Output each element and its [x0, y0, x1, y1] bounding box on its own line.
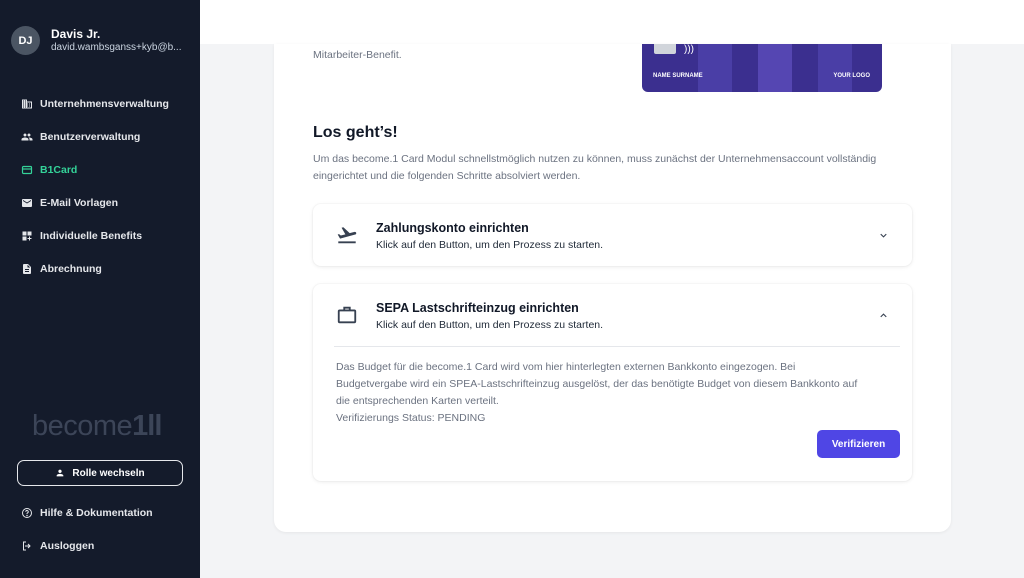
sidebar-item-label: Benutzerverwaltung	[40, 130, 141, 143]
briefcase-icon	[337, 306, 357, 324]
step-body-text: Das Budget für die become.1 Card wird vo…	[336, 361, 858, 407]
sidebar-item-label: Abrechnung	[40, 262, 102, 275]
dashboard-add-icon	[21, 230, 33, 242]
sidebar-nav: Unternehmensverwaltung Benutzerverwaltun…	[21, 87, 169, 285]
sidebar-item-individuelle-benefits[interactable]: Individuelle Benefits	[21, 219, 169, 252]
chevron-down-icon[interactable]	[878, 230, 889, 241]
sidebar-item-label: Unternehmensverwaltung	[40, 97, 169, 110]
sidebar-item-label: B1Card	[40, 163, 78, 176]
user-name: Davis Jr.	[51, 27, 101, 41]
sidebar: DJ Davis Jr. david.wambsganss+kyb@b... U…	[0, 0, 200, 578]
sidebar-item-abrechnung[interactable]: Abrechnung	[21, 252, 169, 285]
step-title: Zahlungskonto einrichten	[376, 221, 529, 235]
step-header[interactable]: Zahlungskonto einrichten Klick auf den B…	[313, 204, 912, 266]
chevron-up-icon[interactable]	[878, 310, 889, 321]
page-description: Um das become.1 Card Modul schnellstmögl…	[313, 153, 877, 182]
sidebar-item-label: Individuelle Benefits	[40, 229, 143, 242]
help-link[interactable]: Hilfe & Dokumentation	[21, 507, 153, 519]
verification-status: Verifizierungs Status: PENDING	[336, 412, 486, 424]
sidebar-item-b1card[interactable]: B1Card	[21, 153, 169, 186]
help-label: Hilfe & Dokumentation	[40, 507, 153, 519]
top-bar	[200, 0, 1024, 44]
logout-icon	[23, 541, 31, 551]
card-chip-icon	[654, 44, 676, 54]
help-icon	[22, 508, 32, 518]
logout-label: Ausloggen	[40, 540, 95, 552]
users-icon	[21, 131, 33, 143]
sidebar-item-email-vorlagen[interactable]: E-Mail Vorlagen	[21, 186, 169, 219]
sidebar-item-label: E-Mail Vorlagen	[40, 196, 118, 209]
flight-takeoff-icon	[337, 227, 357, 244]
switch-role-label: Rolle wechseln	[72, 467, 145, 479]
avatar: DJ	[11, 26, 40, 55]
benefit-text: Mitarbeiter-Benefit.	[313, 49, 402, 61]
building-icon	[21, 98, 33, 110]
user-email: david.wambsganss+kyb@b...	[51, 42, 182, 53]
brand-logo: become1ll	[32, 410, 162, 442]
user-profile[interactable]: DJ Davis Jr. david.wambsganss+kyb@b...	[11, 26, 187, 55]
document-icon	[21, 263, 33, 275]
step-body: Das Budget für die become.1 Card wird vo…	[336, 359, 866, 427]
card-name: NAME SURNAME	[653, 73, 703, 79]
step-subtitle: Klick auf den Button, um den Prozess zu …	[376, 239, 604, 251]
page-title: Los geht’s!	[313, 124, 398, 141]
mail-icon	[21, 197, 33, 209]
step-subtitle: Klick auf den Button, um den Prozess zu …	[376, 319, 604, 331]
person-icon	[57, 469, 64, 477]
card-preview: ))) NAME SURNAME YOUR LOGO	[642, 44, 882, 92]
switch-role-button[interactable]: Rolle wechseln	[17, 460, 183, 486]
divider	[334, 346, 900, 347]
step-title: SEPA Lastschrifteinzug einrichten	[376, 301, 579, 315]
logout-link[interactable]: Ausloggen	[21, 540, 94, 552]
step-sepa: SEPA Lastschrifteinzug einrichten Klick …	[313, 284, 912, 481]
step-header[interactable]: SEPA Lastschrifteinzug einrichten Klick …	[313, 284, 912, 346]
sidebar-item-unternehmensverwaltung[interactable]: Unternehmensverwaltung	[21, 87, 169, 120]
contactless-icon: )))	[684, 44, 694, 55]
sidebar-item-benutzerverwaltung[interactable]: Benutzerverwaltung	[21, 120, 169, 153]
verify-button[interactable]: Verifizieren	[817, 430, 900, 458]
card-logo: YOUR LOGO	[833, 73, 870, 79]
step-zahlungskonto: Zahlungskonto einrichten Klick auf den B…	[313, 204, 912, 266]
credit-card-icon	[21, 164, 33, 176]
